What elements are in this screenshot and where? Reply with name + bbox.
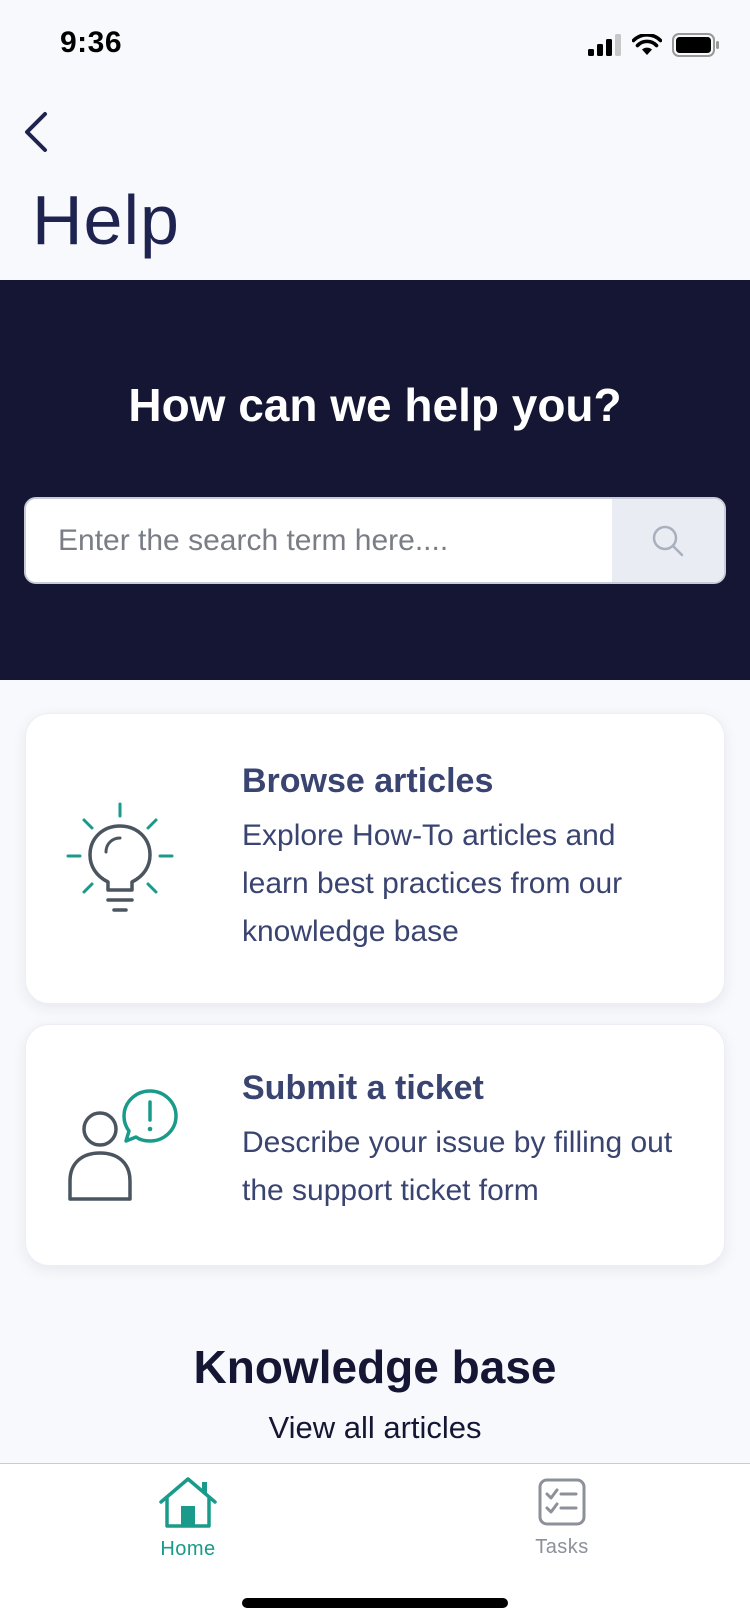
submit-ticket-title: Submit a ticket (242, 1069, 484, 1107)
status-icons (588, 30, 720, 60)
hero-title: How can we help you? (128, 379, 622, 431)
chevron-left-icon (25, 112, 47, 152)
view-all-articles-link[interactable]: View all articles (0, 1410, 750, 1446)
search-input[interactable] (26, 499, 612, 582)
user-alert-icon (68, 1089, 178, 1201)
browse-articles-description: Explore How-To articles and learn best p… (242, 819, 623, 948)
tab-home[interactable]: Home (98, 1476, 278, 1586)
search-icon (652, 525, 684, 556)
tasks-icon (538, 1478, 586, 1526)
search-box (24, 497, 726, 584)
submit-ticket-description: Describe your issue by filling out the s… (242, 1126, 673, 1207)
submit-ticket-card[interactable]: Submit a ticket Describe your issue by f… (25, 1024, 725, 1266)
home-indicator (242, 1598, 508, 1608)
status-time: 9:36 (60, 26, 123, 59)
lightbulb-icon (66, 802, 174, 912)
cellular-signal-icon (588, 34, 621, 56)
help-hero: How can we help you? (0, 280, 750, 680)
tab-tasks-label: Tasks (535, 1536, 589, 1558)
battery-icon (672, 33, 719, 57)
knowledge-base-title: Knowledge base (193, 1341, 557, 1393)
back-button[interactable] (10, 104, 60, 160)
tab-tasks[interactable]: Tasks (472, 1476, 652, 1586)
home-icon (159, 1477, 217, 1528)
browse-articles-title: Browse articles (242, 762, 494, 800)
wifi-icon (632, 34, 662, 55)
search-button[interactable] (612, 499, 724, 582)
tab-home-label: Home (160, 1538, 216, 1560)
page-title: Help (32, 181, 180, 259)
status-bar: 9:36 (0, 0, 750, 90)
browse-articles-card[interactable]: Browse articles Explore How-To articles … (25, 713, 725, 1004)
